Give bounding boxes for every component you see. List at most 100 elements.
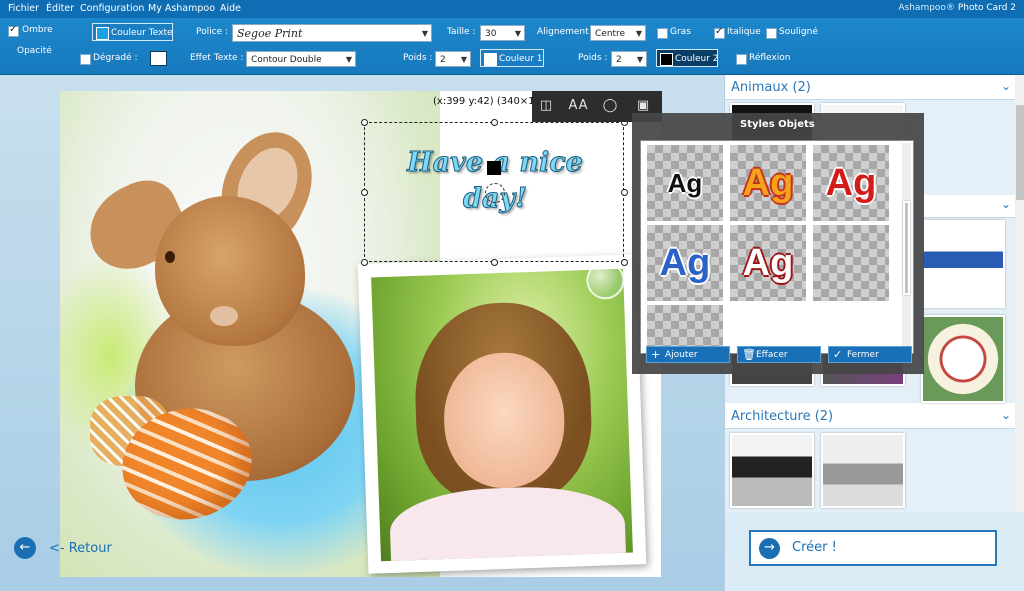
- reflexion-label: Réflexion: [749, 53, 791, 63]
- poids-select-2[interactable]: 2 ▼: [611, 51, 647, 67]
- degrade-checkbox[interactable]: [80, 54, 91, 65]
- effet-texte-label: Effet Texte :: [190, 53, 244, 63]
- poids-label-2: Poids :: [578, 53, 608, 63]
- app-brand: Ashampoo®: [898, 3, 955, 13]
- resize-handle-br[interactable]: [621, 259, 628, 266]
- arrow-left-icon: ←: [14, 537, 36, 559]
- chevron-down-icon: ▼: [636, 55, 643, 64]
- chevron-down-icon: ⌄: [1000, 408, 1011, 422]
- couleur-texte-swatch: [96, 27, 109, 40]
- style-tile[interactable]: [813, 225, 889, 301]
- category-header-architecture[interactable]: Architecture (2) ⌄: [725, 406, 1015, 429]
- text-style-icon[interactable]: A A: [567, 95, 589, 117]
- creer-button[interactable]: → Créer !: [749, 530, 997, 566]
- scrollbar-thumb[interactable]: [1016, 105, 1024, 200]
- couleur-texte-button[interactable]: Couleur Texte: [92, 23, 173, 41]
- degrade-label: Dégradé :: [93, 53, 138, 63]
- child-photo-frame[interactable]: [357, 254, 647, 574]
- couleur1-button[interactable]: Couleur 1: [480, 49, 544, 67]
- alignement-label: Alignement :: [537, 27, 595, 37]
- alignement-select[interactable]: Centre ▼: [590, 25, 646, 41]
- retour-label: <- Retour: [49, 541, 112, 556]
- ajouter-button[interactable]: + Ajouter: [646, 346, 730, 363]
- scrollbar-thumb[interactable]: [903, 201, 910, 295]
- template-thumb[interactable]: [730, 433, 814, 508]
- popup-title: Styles Objets: [740, 119, 815, 130]
- style-tile[interactable]: Ag: [730, 225, 806, 301]
- chevron-down-icon: ⌄: [1000, 197, 1011, 211]
- text-toolbar: Ombre Opacité Couleur Texte Dégradé : Po…: [0, 18, 1024, 75]
- cube-icon[interactable]: ◫: [535, 95, 557, 117]
- styles-objets-popup: Styles Objets Ag Ag Ag Ag Ag + Ajouter 🗑…: [632, 113, 924, 374]
- template-thumb[interactable]: [821, 433, 905, 508]
- effet-texte-value: Contour Double: [251, 55, 322, 65]
- police-select[interactable]: Segoe Print ▼: [232, 24, 432, 42]
- creer-label: Créer !: [792, 540, 837, 555]
- poids-select-1[interactable]: 2 ▼: [435, 51, 471, 67]
- resize-handle-tl[interactable]: [361, 119, 368, 126]
- degrade-color-box[interactable]: [150, 51, 167, 66]
- alignement-value: Centre: [595, 29, 626, 39]
- mask-icon[interactable]: ◯: [599, 95, 621, 117]
- fermer-button[interactable]: ✓ Fermer: [828, 346, 912, 363]
- popup-scrollbar[interactable]: [902, 143, 911, 349]
- card-text[interactable]: Have a nice day!: [385, 145, 605, 217]
- resize-handle-bl[interactable]: [361, 259, 368, 266]
- chevron-down-icon: ▼: [635, 29, 642, 38]
- resize-handle-b[interactable]: [491, 259, 498, 266]
- gras-label: Gras: [670, 27, 691, 37]
- souligne-checkbox[interactable]: [766, 28, 777, 39]
- category-body-architecture: [725, 429, 1015, 512]
- fermer-label: Fermer: [847, 350, 879, 360]
- souligne-label: Souligné: [779, 27, 818, 37]
- taille-label: Taille :: [447, 27, 476, 37]
- italique-checkbox[interactable]: [714, 26, 725, 39]
- category-title: Animaux (2): [731, 80, 811, 95]
- ombre-checkbox[interactable]: [8, 24, 19, 37]
- right-bottom-bar: → Créer !: [724, 512, 1024, 591]
- menu-fichier[interactable]: Fichier: [8, 3, 39, 14]
- template-thumb-birthday-cake[interactable]: [921, 315, 1005, 403]
- style-tile[interactable]: Ag: [813, 145, 889, 221]
- menu-aide[interactable]: Aide: [220, 3, 241, 14]
- opacite-label[interactable]: Opacité: [17, 46, 52, 56]
- poids-value-1: 2: [440, 55, 446, 65]
- style-tile[interactable]: Ag: [647, 225, 723, 301]
- ajouter-label: Ajouter: [665, 350, 698, 360]
- template-thumb-birthday[interactable]: [921, 220, 1005, 308]
- effacer-label: Effacer: [756, 350, 788, 360]
- effacer-button[interactable]: 🗑 Effacer: [737, 346, 821, 363]
- rotate-handle[interactable]: [485, 183, 505, 203]
- chevron-down-icon: ▼: [514, 29, 521, 38]
- move-handle[interactable]: [487, 161, 501, 175]
- check-icon: ✓: [833, 348, 843, 361]
- ombre-label: Ombre: [22, 25, 53, 35]
- style-tile[interactable]: Ag: [730, 145, 806, 221]
- gras-checkbox[interactable]: [657, 28, 668, 39]
- chevron-down-icon: ⌄: [1000, 79, 1011, 93]
- category-header-animaux[interactable]: Animaux (2) ⌄: [725, 77, 1015, 100]
- style-preview: Ag: [667, 168, 703, 198]
- menu-my-ashampoo[interactable]: My Ashampoo: [148, 3, 215, 14]
- text-selection-box[interactable]: Have a nice day!: [361, 119, 628, 266]
- panel-scrollbar[interactable]: [1015, 75, 1024, 512]
- chevron-down-icon: ▼: [460, 55, 467, 64]
- police-label: Police :: [196, 27, 228, 37]
- taille-select[interactable]: 30 ▼: [480, 25, 525, 41]
- resize-handle-l[interactable]: [361, 189, 368, 196]
- trash-icon: 🗑: [742, 348, 756, 361]
- menu-configuration[interactable]: Configuration: [80, 3, 144, 14]
- effet-texte-select[interactable]: Contour Double ▼: [246, 51, 356, 67]
- reflexion-checkbox[interactable]: [736, 54, 747, 65]
- style-preview: Ag: [742, 242, 794, 284]
- style-tile[interactable]: Ag: [647, 145, 723, 221]
- menu-editer[interactable]: Éditer: [46, 3, 74, 14]
- resize-handle-r[interactable]: [621, 189, 628, 196]
- couleur2-button[interactable]: Couleur 2: [656, 49, 719, 67]
- child-shirt: [388, 483, 627, 562]
- taille-value: 30: [485, 29, 497, 39]
- chevron-down-icon: ▼: [345, 55, 352, 64]
- plus-icon: +: [651, 348, 661, 361]
- police-value: Segoe Print: [237, 27, 303, 40]
- resize-handle-t[interactable]: [491, 119, 498, 126]
